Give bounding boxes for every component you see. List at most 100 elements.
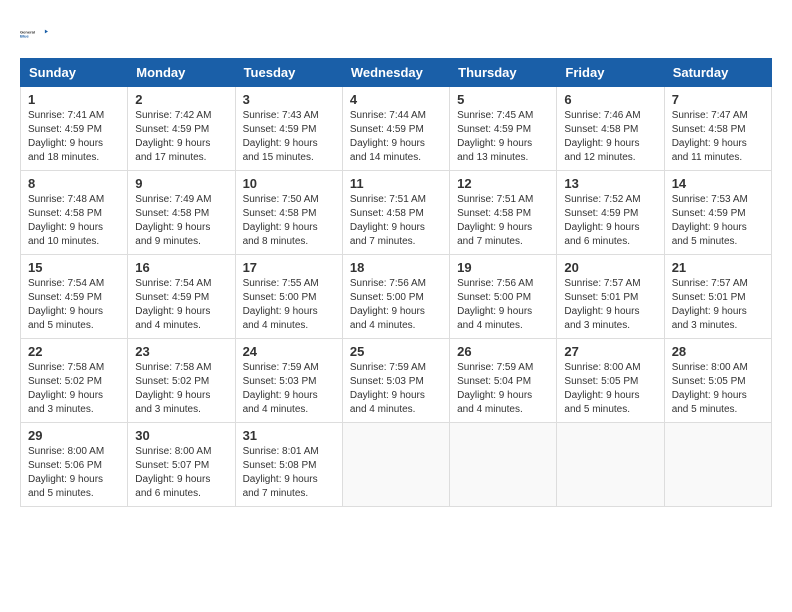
- calendar-cell: 6 Sunrise: 7:46 AMSunset: 4:58 PMDaylight…: [557, 87, 664, 171]
- day-info: Sunrise: 7:42 AMSunset: 4:59 PMDaylight:…: [135, 109, 227, 165]
- day-number: 12: [457, 176, 549, 191]
- weekday-header-tuesday: Tuesday: [235, 59, 342, 87]
- calendar-cell: 20 Sunrise: 7:57 AMSunset: 5:01 PMDayligh…: [557, 255, 664, 339]
- svg-text:Blue: Blue: [20, 34, 29, 39]
- day-info: Sunrise: 7:51 AMSunset: 4:58 PMDaylight:…: [350, 193, 442, 249]
- day-number: 9: [135, 176, 227, 191]
- day-info: Sunrise: 7:57 AMSunset: 5:01 PMDaylight:…: [672, 277, 764, 333]
- day-number: 13: [564, 176, 656, 191]
- day-info: Sunrise: 7:43 AMSunset: 4:59 PMDaylight:…: [243, 109, 335, 165]
- calendar-cell: 29 Sunrise: 8:00 AMSunset: 5:06 PMDayligh…: [21, 423, 128, 507]
- calendar-cell: 13Sunrise: 7:52 AMSunset: 4:59 PMDayligh…: [557, 171, 664, 255]
- day-info: Sunrise: 7:59 AMSunset: 5:03 PMDaylight:…: [243, 361, 335, 417]
- day-number: 30: [135, 428, 227, 443]
- day-number: 15: [28, 260, 120, 275]
- day-number: 18: [350, 260, 442, 275]
- day-info: Sunrise: 7:59 AMSunset: 5:04 PMDaylight:…: [457, 361, 549, 417]
- day-number: 20: [564, 260, 656, 275]
- calendar-cell: 27 Sunrise: 8:00 AMSunset: 5:05 PMDayligh…: [557, 339, 664, 423]
- day-number: 14: [672, 176, 764, 191]
- calendar-row: 22 Sunrise: 7:58 AMSunset: 5:02 PMDayligh…: [21, 339, 772, 423]
- day-info: Sunrise: 7:55 AMSunset: 5:00 PMDaylight:…: [243, 277, 335, 333]
- calendar-cell: 15 Sunrise: 7:54 AMSunset: 4:59 PMDayligh…: [21, 255, 128, 339]
- calendar-row: 1 Sunrise: 7:41 AMSunset: 4:59 PMDaylight…: [21, 87, 772, 171]
- day-info: Sunrise: 7:54 AMSunset: 4:59 PMDaylight:…: [135, 277, 227, 333]
- day-number: 2: [135, 92, 227, 107]
- calendar-cell: 11 Sunrise: 7:51 AMSunset: 4:58 PMDayligh…: [342, 171, 449, 255]
- calendar-cell: 25 Sunrise: 7:59 AMSunset: 5:03 PMDayligh…: [342, 339, 449, 423]
- calendar-cell: 18 Sunrise: 7:56 AMSunset: 5:00 PMDayligh…: [342, 255, 449, 339]
- day-number: 11: [350, 176, 442, 191]
- day-number: 6: [564, 92, 656, 107]
- calendar-cell: [450, 423, 557, 507]
- calendar-cell: 7Sunrise: 7:47 AMSunset: 4:58 PMDaylight…: [664, 87, 771, 171]
- day-number: 19: [457, 260, 549, 275]
- calendar-row: 29 Sunrise: 8:00 AMSunset: 5:06 PMDayligh…: [21, 423, 772, 507]
- day-info: Sunrise: 7:56 AMSunset: 5:00 PMDaylight:…: [350, 277, 442, 333]
- calendar-cell: 19 Sunrise: 7:56 AMSunset: 5:00 PMDayligh…: [450, 255, 557, 339]
- day-number: 8: [28, 176, 120, 191]
- day-info: Sunrise: 7:58 AMSunset: 5:02 PMDaylight:…: [28, 361, 120, 417]
- weekday-header-thursday: Thursday: [450, 59, 557, 87]
- day-number: 4: [350, 92, 442, 107]
- day-number: 21: [672, 260, 764, 275]
- day-info: Sunrise: 7:47 AMSunset: 4:58 PMDaylight:…: [672, 109, 764, 165]
- calendar-cell: 16 Sunrise: 7:54 AMSunset: 4:59 PMDayligh…: [128, 255, 235, 339]
- day-info: Sunrise: 7:59 AMSunset: 5:03 PMDaylight:…: [350, 361, 442, 417]
- calendar-cell: 24Sunrise: 7:59 AMSunset: 5:03 PMDayligh…: [235, 339, 342, 423]
- calendar-cell: 10Sunrise: 7:50 AMSunset: 4:58 PMDayligh…: [235, 171, 342, 255]
- calendar-cell: 14 Sunrise: 7:53 AMSunset: 4:59 PMDayligh…: [664, 171, 771, 255]
- calendar-row: 8 Sunrise: 7:48 AMSunset: 4:58 PMDaylight…: [21, 171, 772, 255]
- weekday-header-saturday: Saturday: [664, 59, 771, 87]
- day-info: Sunrise: 8:01 AMSunset: 5:08 PMDaylight:…: [243, 445, 335, 501]
- day-info: Sunrise: 8:00 AMSunset: 5:06 PMDaylight:…: [28, 445, 120, 501]
- day-number: 22: [28, 344, 120, 359]
- calendar-cell: 4 Sunrise: 7:44 AMSunset: 4:59 PMDaylight…: [342, 87, 449, 171]
- day-number: 31: [243, 428, 335, 443]
- calendar-cell: 5Sunrise: 7:45 AMSunset: 4:59 PMDaylight…: [450, 87, 557, 171]
- day-number: 26: [457, 344, 549, 359]
- day-info: Sunrise: 8:00 AMSunset: 5:05 PMDaylight:…: [564, 361, 656, 417]
- day-number: 27: [564, 344, 656, 359]
- day-info: Sunrise: 7:49 AMSunset: 4:58 PMDaylight:…: [135, 193, 227, 249]
- day-number: 10: [243, 176, 335, 191]
- day-info: Sunrise: 7:41 AMSunset: 4:59 PMDaylight:…: [28, 109, 120, 165]
- day-number: 29: [28, 428, 120, 443]
- day-number: 17: [243, 260, 335, 275]
- calendar-cell: 2 Sunrise: 7:42 AMSunset: 4:59 PMDaylight…: [128, 87, 235, 171]
- day-info: Sunrise: 8:00 AMSunset: 5:05 PMDaylight:…: [672, 361, 764, 417]
- calendar-table: SundayMondayTuesdayWednesdayThursdayFrid…: [20, 58, 772, 507]
- day-info: Sunrise: 7:46 AMSunset: 4:58 PMDaylight:…: [564, 109, 656, 165]
- day-info: Sunrise: 7:53 AMSunset: 4:59 PMDaylight:…: [672, 193, 764, 249]
- calendar-cell: 12 Sunrise: 7:51 AMSunset: 4:58 PMDayligh…: [450, 171, 557, 255]
- day-info: Sunrise: 7:54 AMSunset: 4:59 PMDaylight:…: [28, 277, 120, 333]
- calendar-cell: 3 Sunrise: 7:43 AMSunset: 4:59 PMDaylight…: [235, 87, 342, 171]
- day-number: 16: [135, 260, 227, 275]
- weekday-header-friday: Friday: [557, 59, 664, 87]
- day-number: 1: [28, 92, 120, 107]
- weekday-header-monday: Monday: [128, 59, 235, 87]
- weekday-header-row: SundayMondayTuesdayWednesdayThursdayFrid…: [21, 59, 772, 87]
- logo: General Blue: [20, 20, 48, 48]
- day-info: Sunrise: 7:51 AMSunset: 4:58 PMDaylight:…: [457, 193, 549, 249]
- page-header: General Blue: [20, 20, 772, 48]
- day-info: Sunrise: 7:58 AMSunset: 5:02 PMDaylight:…: [135, 361, 227, 417]
- weekday-header-sunday: Sunday: [21, 59, 128, 87]
- calendar-cell: 30 Sunrise: 8:00 AMSunset: 5:07 PMDayligh…: [128, 423, 235, 507]
- day-number: 3: [243, 92, 335, 107]
- calendar-cell: [342, 423, 449, 507]
- day-info: Sunrise: 7:44 AMSunset: 4:59 PMDaylight:…: [350, 109, 442, 165]
- weekday-header-wednesday: Wednesday: [342, 59, 449, 87]
- calendar-cell: 8 Sunrise: 7:48 AMSunset: 4:58 PMDaylight…: [21, 171, 128, 255]
- day-number: 25: [350, 344, 442, 359]
- calendar-cell: 17 Sunrise: 7:55 AMSunset: 5:00 PMDayligh…: [235, 255, 342, 339]
- day-number: 5: [457, 92, 549, 107]
- calendar-cell: 31 Sunrise: 8:01 AMSunset: 5:08 PMDayligh…: [235, 423, 342, 507]
- calendar-cell: 21 Sunrise: 7:57 AMSunset: 5:01 PMDayligh…: [664, 255, 771, 339]
- calendar-cell: 9 Sunrise: 7:49 AMSunset: 4:58 PMDaylight…: [128, 171, 235, 255]
- day-info: Sunrise: 8:00 AMSunset: 5:07 PMDaylight:…: [135, 445, 227, 501]
- day-info: Sunrise: 7:57 AMSunset: 5:01 PMDaylight:…: [564, 277, 656, 333]
- day-info: Sunrise: 7:56 AMSunset: 5:00 PMDaylight:…: [457, 277, 549, 333]
- day-info: Sunrise: 7:48 AMSunset: 4:58 PMDaylight:…: [28, 193, 120, 249]
- logo-icon: General Blue: [20, 20, 48, 48]
